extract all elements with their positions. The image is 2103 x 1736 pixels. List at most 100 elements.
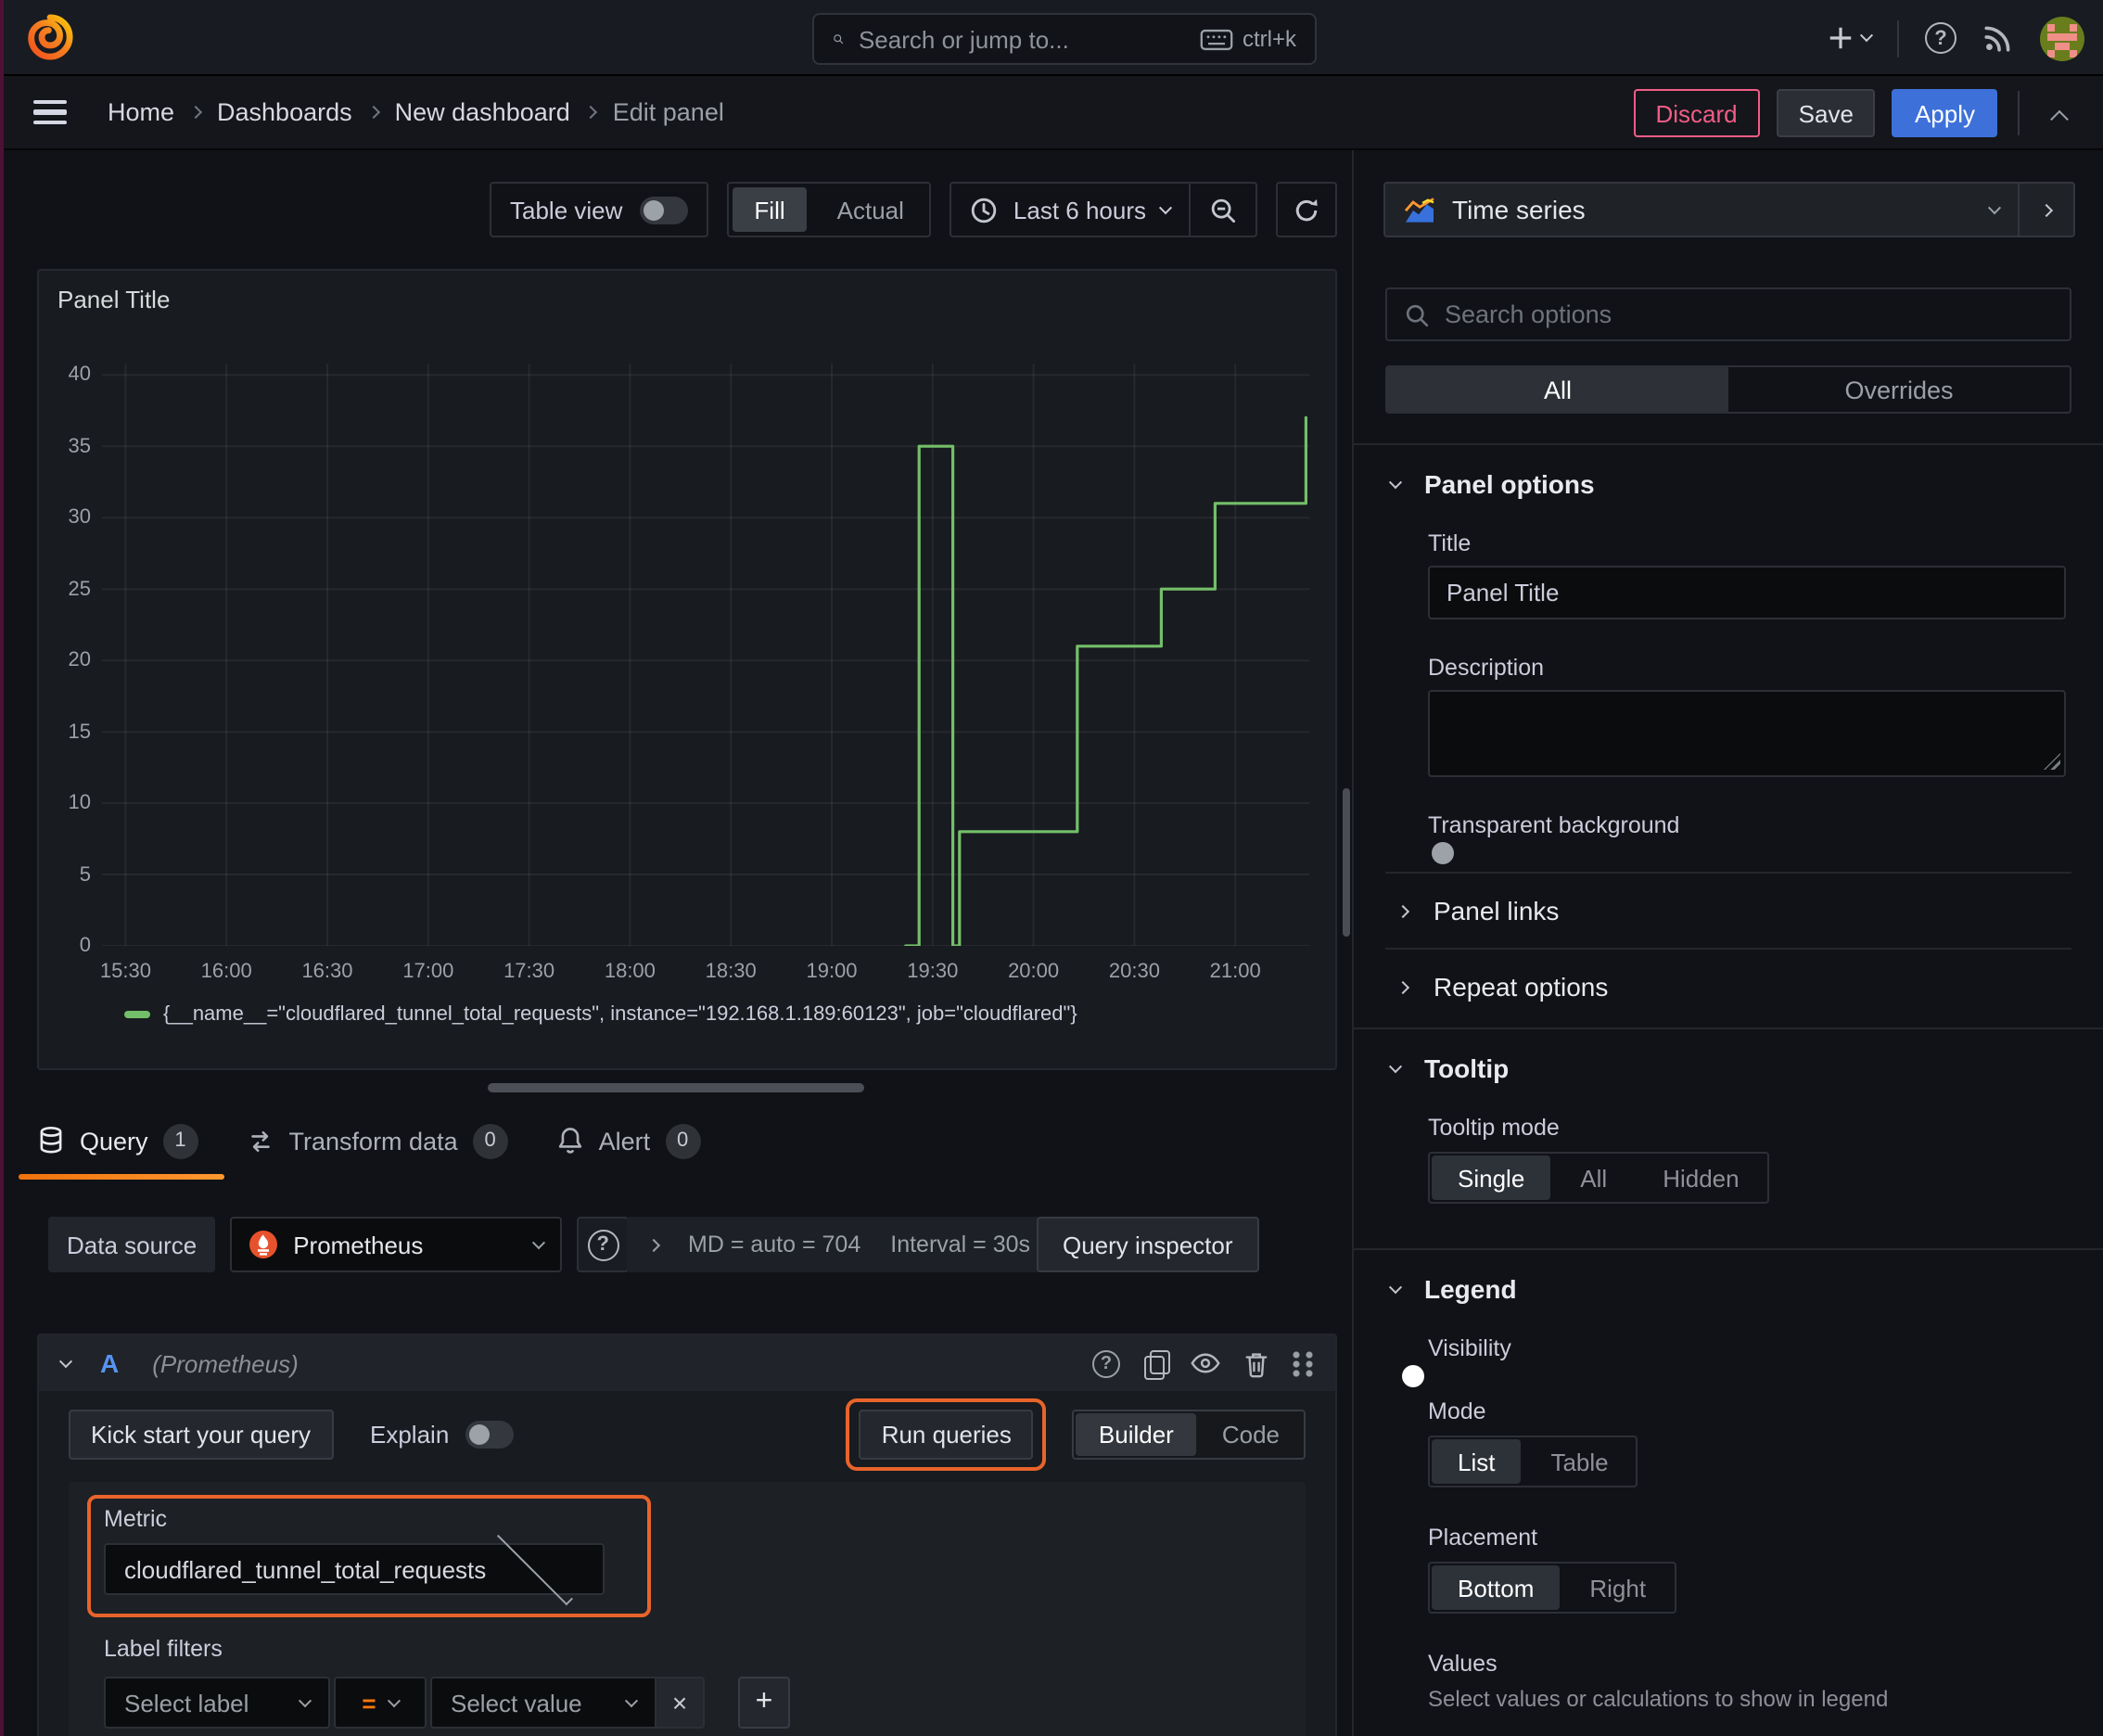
kickstart-button[interactable]: Kick start your query — [69, 1410, 333, 1460]
builder-option[interactable]: Builder — [1076, 1413, 1196, 1456]
explain-control: Explain — [370, 1421, 515, 1449]
chevron-down-icon — [624, 1693, 639, 1707]
panel-options-section-header[interactable]: Panel options — [1354, 445, 2103, 499]
query-inspector-button[interactable]: Query inspector — [1037, 1217, 1259, 1272]
grafana-logo-icon[interactable] — [26, 13, 74, 61]
pane-resize-handle[interactable] — [488, 1083, 864, 1092]
tooltip-header-label: Tooltip — [1424, 1053, 1510, 1083]
panel-links-section[interactable]: Panel links — [1354, 874, 2103, 948]
operator-dropdown[interactable]: = — [334, 1677, 427, 1729]
description-field-label: Description — [1428, 655, 1545, 681]
global-search[interactable]: ctrl+k — [812, 13, 1317, 65]
user-avatar[interactable] — [2040, 16, 2084, 60]
legend-values-help: Select values or calculations to show in… — [1428, 1686, 1889, 1712]
chart-plot — [102, 364, 1309, 946]
remove-filter-button[interactable]: × — [656, 1677, 705, 1729]
tab-all[interactable]: All — [1387, 367, 1728, 412]
help-button[interactable] — [1925, 22, 1956, 54]
duplicate-query-button[interactable] — [1144, 1350, 1170, 1380]
visualization-picker[interactable]: Time series — [1383, 182, 2018, 237]
tab-transform-data[interactable]: Transform data 0 — [247, 1118, 508, 1163]
label-filter-row: Select label = Select value × + — [104, 1677, 1287, 1729]
expand-options-button[interactable] — [2018, 182, 2075, 237]
top-nav: ctrl+k — [0, 0, 2103, 76]
help-icon — [587, 1229, 619, 1260]
select-label-dropdown[interactable]: Select label — [104, 1677, 330, 1729]
breadcrumb-dashboards[interactable]: Dashboards — [217, 98, 352, 126]
breadcrumb-new-dashboard[interactable]: New dashboard — [395, 98, 570, 126]
zoom-out-button[interactable] — [1189, 184, 1255, 236]
select-label-placeholder: Select label — [124, 1689, 249, 1717]
legend-placement-bottom-option[interactable]: Bottom — [1432, 1565, 1561, 1610]
apply-button[interactable]: Apply — [1892, 89, 1997, 137]
legend-placement-right-option[interactable]: Right — [1563, 1565, 1672, 1610]
run-queries-button[interactable]: Run queries — [859, 1410, 1034, 1460]
tooltip-all-option[interactable]: All — [1554, 1155, 1633, 1200]
select-value-dropdown[interactable]: Select value — [430, 1677, 656, 1729]
options-search[interactable] — [1385, 287, 2071, 341]
legend-placement-segmented: Bottom Right — [1428, 1562, 1676, 1614]
rss-icon — [1984, 26, 2010, 52]
news-button[interactable] — [1982, 22, 2014, 54]
visualization-name: Time series — [1452, 195, 1586, 224]
query-editor-card: A (Prometheus) Kick start your query — [37, 1334, 1337, 1736]
code-option[interactable]: Code — [1200, 1413, 1302, 1456]
query-help-button[interactable] — [1092, 1349, 1120, 1377]
chevron-right-icon — [584, 105, 598, 120]
legend-mode-list-option[interactable]: List — [1432, 1439, 1522, 1484]
add-menu-button[interactable] — [1827, 24, 1874, 52]
tab-alert[interactable]: Alert 0 — [556, 1118, 701, 1163]
toggle-visibility-button[interactable] — [1191, 1352, 1220, 1374]
datasource-help-button[interactable] — [577, 1217, 630, 1272]
query-options-strip[interactable]: MD = auto = 704 Interval = 30s — [627, 1217, 1057, 1272]
menu-toggle-button[interactable] — [33, 99, 67, 125]
tab-query[interactable]: Query 1 — [19, 1118, 224, 1180]
datasource-picker[interactable]: Prometheus — [230, 1217, 563, 1272]
legend-item[interactable]: {__name__="cloudflared_tunnel_total_requ… — [124, 1003, 1077, 1026]
chevron-down-icon — [58, 1354, 73, 1368]
time-range-button[interactable]: Last 6 hours — [952, 196, 1189, 223]
explain-toggle[interactable] — [465, 1421, 515, 1449]
actual-option[interactable]: Actual — [815, 187, 926, 232]
metric-value: cloudflared_tunnel_total_requests — [124, 1555, 487, 1583]
chevron-right-icon — [188, 105, 203, 120]
breadcrumb-home[interactable]: Home — [108, 98, 174, 126]
options-search-input[interactable] — [1445, 300, 2053, 328]
metric-select[interactable]: cloudflared_tunnel_total_requests — [104, 1528, 605, 1605]
tooltip-single-option[interactable]: Single — [1432, 1155, 1551, 1200]
main-scrollbar-thumb[interactable] — [1343, 788, 1350, 937]
delete-query-button[interactable] — [1244, 1349, 1268, 1377]
table-view-toggle[interactable] — [639, 196, 688, 223]
tooltip-hidden-option[interactable]: Hidden — [1637, 1155, 1765, 1200]
datasource-name: Prometheus — [293, 1231, 424, 1258]
refresh-button[interactable] — [1276, 182, 1337, 237]
query-row-header[interactable]: A (Prometheus) — [39, 1335, 1335, 1391]
label-filters-block: Label filters Select label = Select valu… — [87, 1636, 1287, 1729]
drag-handle[interactable] — [1293, 1349, 1313, 1377]
transform-icon — [250, 1130, 270, 1152]
global-search-input[interactable] — [858, 25, 1185, 53]
keyboard-icon — [1200, 28, 1233, 50]
add-filter-button[interactable]: + — [738, 1677, 790, 1729]
save-button[interactable]: Save — [1776, 89, 1876, 137]
panel-title[interactable]: Panel Title — [57, 286, 170, 313]
time-range-label: Last 6 hours — [1013, 196, 1146, 223]
query-row-actions — [1092, 1349, 1313, 1380]
discard-button[interactable]: Discard — [1633, 89, 1760, 137]
legend-section-header[interactable]: Legend — [1354, 1250, 2103, 1304]
transparent-background-label: Transparent background — [1428, 812, 1680, 838]
tooltip-mode-label: Tooltip mode — [1428, 1115, 1560, 1141]
title-field-label: Title — [1428, 530, 1472, 556]
repeat-options-section[interactable]: Repeat options — [1354, 950, 2103, 1024]
prometheus-icon — [249, 1231, 278, 1258]
chevron-up-icon — [2049, 108, 2068, 128]
tooltip-section-header[interactable]: Tooltip — [1354, 1029, 2103, 1083]
tab-overrides[interactable]: Overrides — [1728, 367, 2070, 412]
fill-option[interactable]: Fill — [732, 187, 808, 232]
select-value-placeholder: Select value — [451, 1689, 582, 1717]
shortcut-label: ctrl+k — [1242, 26, 1296, 52]
legend-mode-table-option[interactable]: Table — [1524, 1439, 1634, 1484]
panel-description-textarea[interactable] — [1428, 690, 2066, 777]
panel-title-input[interactable] — [1428, 566, 2066, 619]
collapse-header-button[interactable] — [2036, 89, 2081, 137]
